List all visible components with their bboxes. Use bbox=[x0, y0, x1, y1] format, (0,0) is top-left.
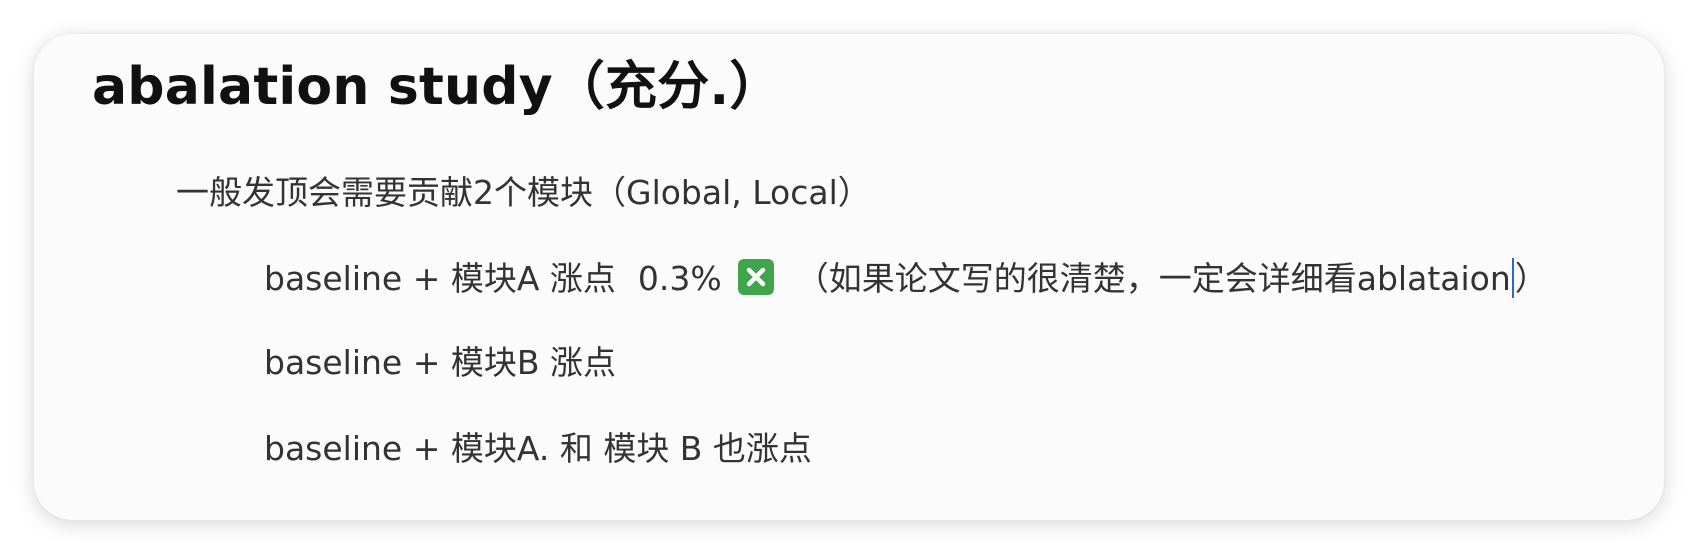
text-cursor bbox=[1511, 258, 1514, 298]
page-title: abalation study（充分.） bbox=[92, 57, 782, 117]
cross-mark-button-icon bbox=[737, 259, 774, 295]
note-card: abalation study（充分.） 一般发顶会需要贡献2个模块（Globa… bbox=[34, 34, 1664, 520]
row-a-text: baseline + 模块A 涨点 bbox=[264, 259, 616, 298]
ablation-row-module-ab: baseline + 模块A. 和 模块 B 也涨点 bbox=[264, 429, 812, 468]
ablation-row-module-a: baseline + 模块A 涨点 0.3% （如果论文写的很清楚，一定会详细看ab… bbox=[264, 252, 1548, 300]
row-a-value: 0.3% bbox=[637, 259, 722, 298]
row-a-note-close: ） bbox=[1514, 259, 1548, 298]
row-a-note: （如果论文写的很清楚，一定会详细看ablataion bbox=[795, 259, 1511, 298]
ablation-row-module-b: baseline + 模块B 涨点 bbox=[264, 343, 616, 382]
intro-line: 一般发顶会需要贡献2个模块（Global, Local） bbox=[176, 173, 871, 212]
